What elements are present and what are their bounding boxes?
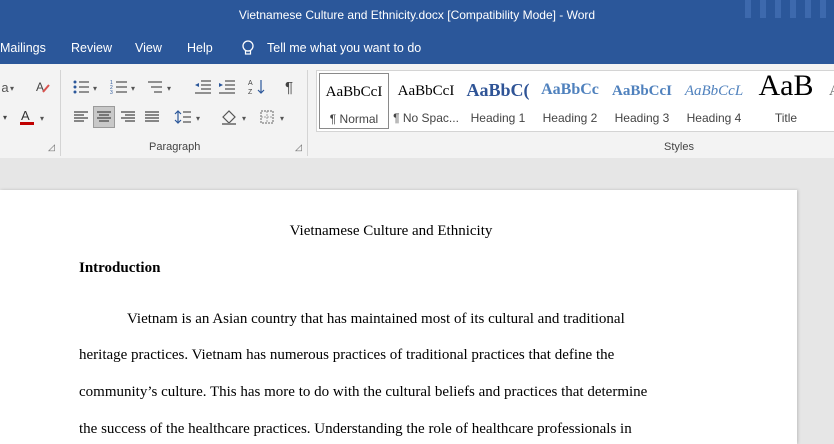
style-heading-4[interactable]: AaBbCcL Heading 4	[679, 73, 749, 129]
document-page[interactable]: Vietnamese Culture and Ethnicity Introdu…	[0, 190, 797, 444]
style-label: Heading 4	[686, 111, 742, 125]
svg-text:3: 3	[110, 90, 113, 95]
chevron-down-icon[interactable]: ▾	[40, 114, 44, 123]
document-canvas-background	[0, 158, 834, 190]
lightbulb-icon[interactable]	[240, 39, 256, 57]
style-title[interactable]: AaB Title	[751, 70, 821, 129]
numbering-icon[interactable]: 123	[108, 76, 130, 98]
style-preview: AaBbC(	[466, 80, 530, 100]
font-dialog-launcher-icon[interactable]: ◿	[48, 142, 55, 153]
align-left-icon[interactable]	[70, 106, 92, 128]
group-separator	[60, 70, 61, 156]
paragraph-line: Vietnam is an Asian country that has mai…	[127, 311, 625, 327]
chevron-down-icon[interactable]: ▾	[10, 84, 14, 93]
line-spacing-icon[interactable]	[172, 106, 194, 128]
chevron-down-icon[interactable]: ▾	[131, 84, 135, 93]
chevron-down-icon[interactable]: ▾	[242, 114, 246, 123]
title-bar: Vietnamese Culture and Ethnicity.docx [C…	[0, 0, 834, 32]
style-preview: AaBbCcI	[397, 83, 455, 99]
ribbon-tabs: Mailings Review View Help Tell me what y…	[0, 32, 834, 64]
svg-text:A: A	[36, 80, 44, 94]
svg-text:A: A	[248, 80, 253, 87]
group-separator	[307, 70, 308, 156]
style-label: Title	[774, 111, 798, 125]
tab-review[interactable]: Review	[71, 41, 112, 55]
chevron-down-icon[interactable]: ▾	[93, 84, 97, 93]
tab-view[interactable]: View	[135, 41, 162, 55]
tab-mailings[interactable]: Mailings	[0, 41, 46, 55]
style-label: Heading 1	[470, 111, 526, 125]
align-center-icon[interactable]	[93, 106, 115, 128]
document-title: Vietnamese Culture and Ethnicity	[289, 223, 493, 239]
style-heading-3[interactable]: AaBbCcI Heading 3	[607, 73, 677, 129]
style-subtitle-partial[interactable]: A	[823, 73, 834, 129]
tab-help[interactable]: Help	[187, 41, 213, 55]
style-label: Heading 3	[614, 111, 670, 125]
paragraph-group-label: Paragraph	[149, 141, 201, 153]
styles-gallery: AaBbCcI ¶ Normal AaBbCcI ¶ No Spac... Aa…	[316, 70, 834, 132]
document-heading: Introduction	[79, 260, 161, 276]
svg-text:Z: Z	[248, 89, 253, 96]
style-preview: A	[829, 83, 834, 100]
title-decoration	[745, 0, 751, 18]
svg-text:A: A	[21, 108, 30, 123]
paragraph-dialog-launcher-icon[interactable]: ◿	[295, 142, 302, 153]
style-heading-1[interactable]: AaBbC( Heading 1	[463, 73, 533, 129]
decrease-indent-icon[interactable]	[192, 76, 214, 98]
paragraph-line: heritage practices. Vietnam has numerous…	[79, 347, 615, 363]
justify-icon[interactable]	[141, 106, 163, 128]
multilevel-list-icon[interactable]	[144, 76, 166, 98]
clear-formatting-icon[interactable]: A	[32, 76, 54, 98]
style-label: ¶ No Spac...	[393, 111, 459, 125]
ribbon: a ▾ A ▾ A ▾ ◿ ▾ 123 ▾ ▾ AZ ¶ ▾ ▾ ▾ Parag…	[0, 64, 834, 159]
styles-group-label: Styles	[664, 141, 694, 153]
show-formatting-marks-icon[interactable]: ¶	[278, 76, 300, 98]
borders-icon[interactable]	[256, 106, 278, 128]
title-decoration	[790, 0, 796, 18]
bullets-icon[interactable]	[70, 76, 92, 98]
title-decoration	[820, 0, 826, 18]
highlight-caret[interactable]: ▾	[0, 106, 10, 128]
chevron-down-icon[interactable]: ▾	[280, 114, 284, 123]
tell-me-search[interactable]: Tell me what you want to do	[267, 41, 421, 55]
title-decoration	[775, 0, 781, 18]
shading-icon[interactable]	[218, 106, 240, 128]
style-heading-2[interactable]: AaBbCc Heading 2	[535, 73, 605, 129]
style-preview: AaBbCc	[541, 81, 599, 98]
style-preview: AaBbCcL	[684, 83, 744, 99]
chevron-down-icon[interactable]: ▾	[196, 114, 200, 123]
chevron-down-icon[interactable]: ▾	[167, 84, 171, 93]
style-preview: AaB	[758, 70, 814, 102]
increase-indent-icon[interactable]	[216, 76, 238, 98]
paragraph-line: the success of the healthcare practices.…	[79, 421, 632, 437]
style-normal[interactable]: AaBbCcI ¶ Normal	[319, 73, 389, 129]
paragraph-line: community’s culture. This has more to do…	[79, 384, 648, 400]
title-decoration	[760, 0, 766, 18]
sort-icon[interactable]: AZ	[246, 76, 268, 98]
font-size-dropdown-partial[interactable]: a	[0, 76, 10, 98]
align-right-icon[interactable]	[117, 106, 139, 128]
window-title: Vietnamese Culture and Ethnicity.docx [C…	[238, 8, 596, 22]
style-preview: AaBbCcI	[325, 84, 383, 100]
title-decoration	[805, 0, 811, 18]
style-label: ¶ Normal	[329, 112, 379, 126]
font-color-icon[interactable]: A	[16, 106, 38, 128]
style-preview: AaBbCcI	[611, 83, 672, 99]
style-label: Heading 2	[542, 111, 598, 125]
style-no-spacing[interactable]: AaBbCcI ¶ No Spac...	[391, 73, 461, 129]
